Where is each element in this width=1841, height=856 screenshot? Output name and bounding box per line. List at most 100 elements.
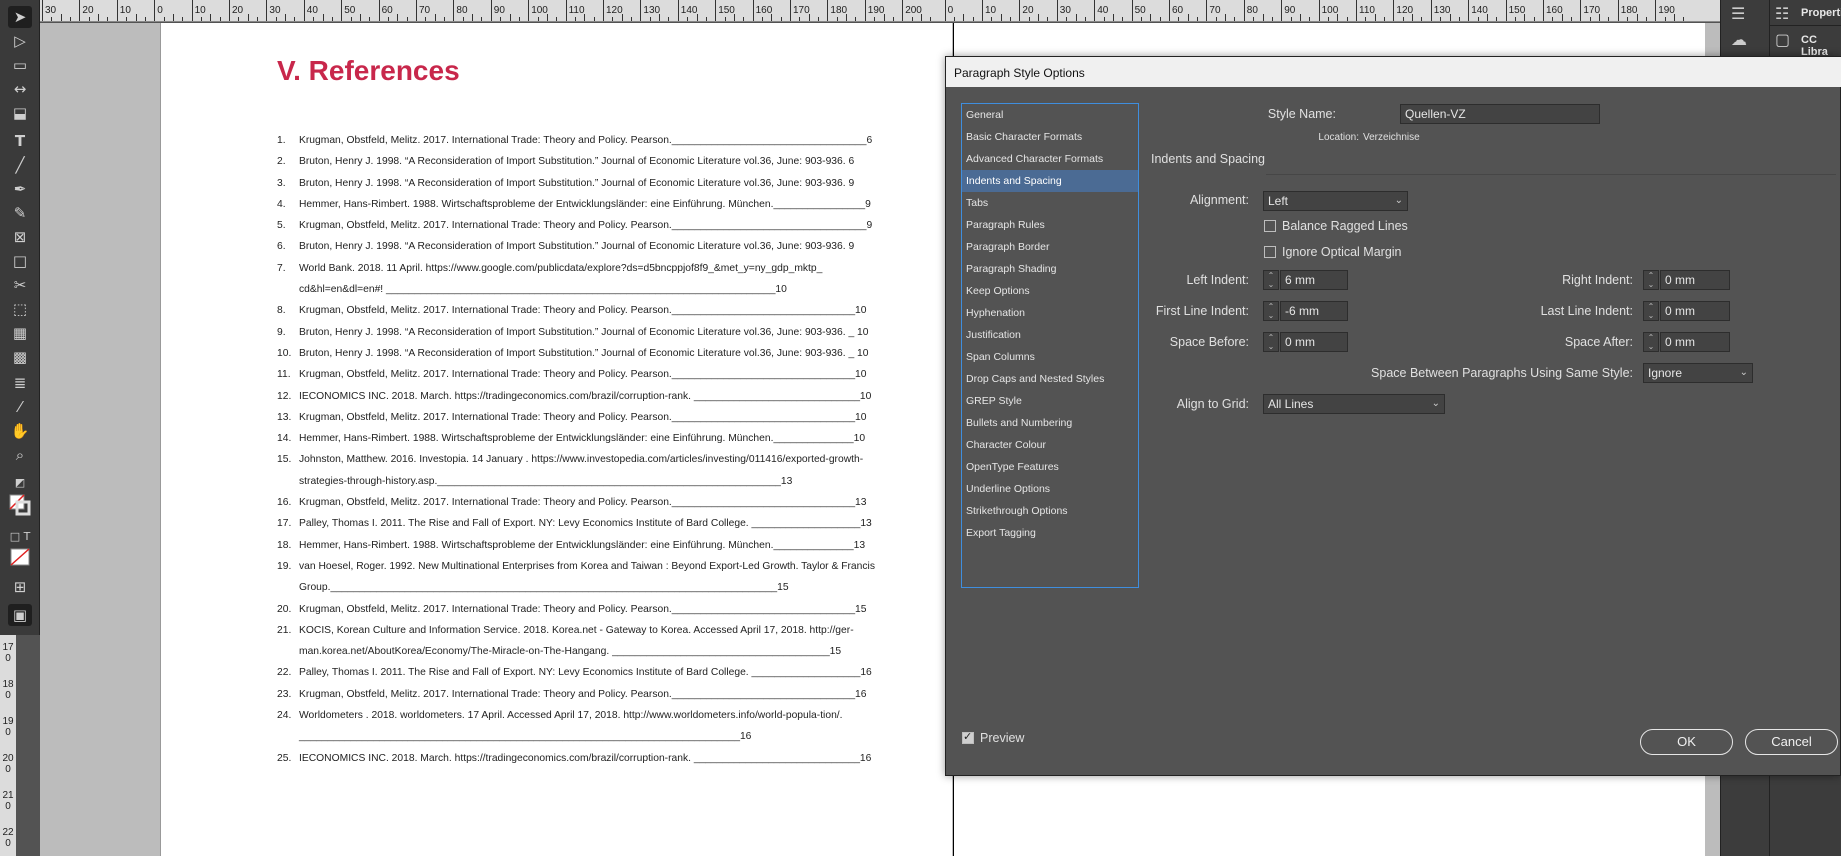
category-item[interactable]: Paragraph Rules (962, 214, 1138, 236)
scissors-tool-icon[interactable]: ✂ (8, 274, 32, 296)
ok-button[interactable]: OK (1640, 729, 1733, 755)
page-tool-icon[interactable]: ▭ (8, 54, 32, 76)
space-before-field[interactable]: 0 mm (1280, 332, 1348, 352)
default-colors-icon[interactable]: ◩ (8, 472, 32, 494)
cc-libraries-icon[interactable]: ▢ (1775, 30, 1790, 49)
right-indent-field[interactable]: 0 mm (1660, 270, 1730, 290)
ruler-minor-tick (1262, 14, 1264, 21)
apply-none-icon[interactable] (8, 548, 32, 570)
gap-tool-icon[interactable]: ↔ (8, 78, 32, 100)
alignment-label: Alignment: (1189, 193, 1249, 207)
ruler-minor-tick (1683, 17, 1685, 21)
content-collector-tool-icon[interactable]: ⬓ (8, 102, 32, 124)
line-tool-icon[interactable]: ╱ (8, 154, 32, 176)
category-item[interactable]: General (962, 104, 1138, 126)
category-item[interactable]: OpenType Features (962, 456, 1138, 478)
first-line-indent-stepper[interactable]: ⌃ ⌄ (1263, 301, 1279, 321)
align-to-grid-dropdown[interactable]: All Lines ⌄ (1263, 394, 1445, 414)
selection-tool-icon[interactable]: ➤ (8, 6, 32, 28)
space-after-stepper[interactable]: ⌃ ⌄ (1643, 332, 1659, 352)
category-item[interactable]: Paragraph Border (962, 236, 1138, 258)
balance-ragged-checkbox[interactable] (1264, 220, 1276, 232)
properties-tab[interactable]: Properti (1801, 7, 1841, 19)
category-item[interactable]: Strikethrough Options (962, 500, 1138, 522)
right-indent-stepper[interactable]: ⌃ ⌄ (1643, 270, 1659, 290)
space-between-value: Ignore (1648, 366, 1683, 380)
note-tool-icon[interactable]: ≣ (8, 372, 32, 394)
libraries-icon[interactable]: ☁ (1731, 30, 1747, 49)
ruler-tick (1543, 0, 1544, 21)
vertical-ruler[interactable]: 170 180 190 200 210 220 (0, 630, 16, 856)
formatting-affects-container-icon[interactable]: □ T (8, 526, 32, 548)
type-tool-icon[interactable]: T (8, 130, 32, 152)
ruler-minor-tick (1589, 17, 1591, 21)
alignment-dropdown[interactable]: Left ⌄ (1263, 191, 1408, 211)
category-item[interactable]: Indents and Spacing (962, 170, 1138, 192)
ruler-minor-tick (1458, 17, 1460, 21)
left-indent-field[interactable]: 6 mm (1280, 270, 1348, 290)
ruler-tick (303, 0, 305, 21)
rectangle-tool-icon[interactable]: □ (8, 250, 32, 272)
pencil-tool-icon[interactable]: ✎ (8, 202, 32, 224)
ruler-label: 190 (867, 5, 885, 16)
reference-text: Krugman, Obstfeld, Melitz. 2017. Interna… (299, 369, 867, 381)
zoom-tool-icon[interactable]: ⌕ (8, 444, 32, 466)
ruler-minor-tick (434, 14, 436, 21)
ruler-minor-tick (1599, 14, 1601, 21)
reference-item: 5. Krugman, Obstfeld, Melitz. 2017. Inter… (277, 215, 902, 236)
last-line-indent-stepper[interactable]: ⌃ ⌄ (1643, 301, 1659, 321)
category-item[interactable]: Span Columns (962, 346, 1138, 368)
menu-icon[interactable]: ☰ (1731, 4, 1745, 23)
hand-tool-icon[interactable]: ✋ (8, 420, 32, 442)
reference-number: 21. (277, 624, 292, 636)
eyedropper-tool-icon[interactable]: ⁄ (8, 396, 32, 418)
category-item[interactable]: Keep Options (962, 280, 1138, 302)
first-line-indent-field[interactable]: -6 mm (1280, 301, 1348, 321)
cancel-button[interactable]: Cancel (1745, 729, 1838, 755)
preview-checkbox[interactable] (962, 730, 974, 744)
category-item[interactable]: Character Colour (962, 434, 1138, 456)
category-item[interactable]: Drop Caps and Nested Styles (962, 368, 1138, 390)
horizontal-ruler[interactable]: 30 20 10 0 10 20 30 40 50 60 70 80 90 100 110 120 130 140… (40, 0, 1720, 22)
category-item[interactable]: Justification (962, 324, 1138, 346)
ignore-optical-checkbox[interactable] (1264, 246, 1276, 258)
normal-view-icon[interactable]: ▣ (8, 604, 32, 626)
left-indent-stepper[interactable]: ⌃ ⌄ (1263, 270, 1279, 290)
category-item[interactable]: Basic Character Formats (962, 126, 1138, 148)
style-name-field[interactable]: Quellen-VZ (1400, 104, 1600, 124)
fill-stroke-swatch-icon[interactable] (8, 494, 32, 516)
screen-mode-icon[interactable]: ⊞ (8, 576, 32, 598)
ruler-label: 170 (793, 5, 810, 16)
category-item[interactable]: Bullets and Numbering (962, 412, 1138, 434)
document-page-left[interactable]: V. References 1. Krugman, Obstfeld, Melit… (160, 23, 952, 856)
ruler-minor-tick (1327, 17, 1329, 21)
ruler-minor-tick (1449, 14, 1451, 21)
category-item[interactable]: Underline Options (962, 478, 1138, 500)
space-before-stepper[interactable]: ⌃ ⌄ (1263, 332, 1279, 352)
reference-item: 19. van Hoesel, Roger. 1992. New Multinat… (277, 556, 902, 599)
category-item[interactable]: Export Tagging (962, 522, 1138, 544)
direct-selection-tool-icon[interactable]: ▷ (8, 30, 32, 52)
rectangle-frame-tool-icon[interactable]: ⊠ (8, 226, 32, 248)
gradient-feather-tool-icon[interactable]: ▩ (8, 346, 32, 368)
ruler-minor-tick (397, 14, 399, 21)
cc-libraries-tab[interactable]: CC Libra (1801, 34, 1841, 58)
ruler-tick (1580, 0, 1582, 21)
category-item[interactable]: GREP Style (962, 390, 1138, 412)
ruler-minor-tick (818, 17, 820, 21)
space-after-field[interactable]: 0 mm (1660, 332, 1730, 352)
ruler-label: 190 (2, 716, 14, 738)
properties-icon[interactable]: ☷ (1775, 4, 1789, 23)
last-line-indent-field[interactable]: 0 mm (1660, 301, 1730, 321)
pen-tool-icon[interactable]: ✒ (8, 178, 32, 200)
category-item[interactable]: Tabs (962, 192, 1138, 214)
ruler-tick (1505, 0, 1507, 21)
gradient-swatch-tool-icon[interactable]: ▦ (8, 322, 32, 344)
category-item[interactable]: Advanced Character Formats (962, 148, 1138, 170)
category-item[interactable]: Paragraph Shading (962, 258, 1138, 280)
ruler-tick (528, 0, 530, 21)
free-transform-tool-icon[interactable]: ⬚ (8, 298, 32, 320)
reference-text: Bruton, Henry J. 1998. “A Reconsideratio… (299, 347, 869, 359)
space-between-dropdown[interactable]: Ignore ⌄ (1643, 363, 1753, 383)
ruler-minor-tick (556, 17, 558, 21)
